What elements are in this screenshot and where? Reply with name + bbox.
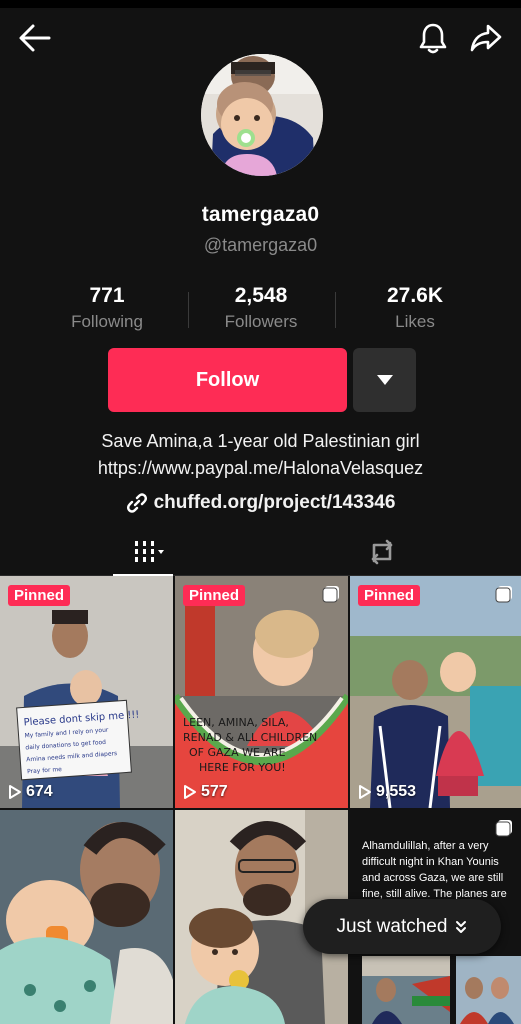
followers-count: 2,548 <box>234 284 288 307</box>
followers-label: Followers <box>224 312 298 331</box>
likes-count: 27.6K <box>386 284 444 307</box>
pinned-badge: Pinned <box>358 585 421 606</box>
stat-likes[interactable]: 27.6K Likes <box>338 284 492 336</box>
profile-stats: 771 Following 2,548 Followers 27.6K Like… <box>30 284 492 336</box>
sign-text: HERE FOR YOU! <box>199 761 286 774</box>
user-handle: @tamergaza0 <box>203 235 318 255</box>
following-count: 771 <box>89 284 125 307</box>
username: tamergaza0 <box>201 203 320 226</box>
bio: Save Amina,a 1-year old Palestinian girl… <box>0 428 521 482</box>
stat-followers[interactable]: 2,548 Followers <box>184 284 338 336</box>
multi-photo-icon <box>495 820 512 837</box>
bell-icon <box>419 23 447 54</box>
video-tile[interactable] <box>0 810 173 1024</box>
bio-line: Save Amina,a 1-year old Palestinian girl <box>101 431 420 451</box>
video-thumbnail: LEEN, AMINA, SILA, RENAD & ALL CHILDREN … <box>175 576 348 808</box>
just-watched-button[interactable]: Just watched <box>303 899 501 954</box>
content-tabs <box>0 528 521 576</box>
video-thumbnail <box>350 576 521 808</box>
just-watched-label: Just watched <box>336 915 448 937</box>
caret-down-icon <box>376 375 393 385</box>
likes-label: Likes <box>395 312 435 331</box>
view-count: 674 <box>8 783 53 801</box>
stat-following[interactable]: 771 Following <box>30 284 184 336</box>
notifications-button[interactable] <box>411 16 455 60</box>
sign-text: LEEN, AMINA, SILA, <box>183 716 289 729</box>
follow-button[interactable]: Follow <box>108 348 347 412</box>
stat-divider <box>335 292 336 328</box>
grid-columns-icon <box>135 540 164 562</box>
profile-page: tamergaza0 @tamergaza0 771 Following 2,5… <box>0 0 521 1024</box>
collage-photos <box>362 956 521 1024</box>
profile-link-text: chuffed.org/project/143346 <box>153 492 396 513</box>
multi-photo-icon <box>322 586 339 603</box>
chain-link-icon <box>126 493 147 513</box>
video-thumbnail: Please dont skip me !!! My family and I … <box>0 576 173 808</box>
back-button[interactable] <box>13 16 57 60</box>
arrow-left-icon <box>19 24 51 52</box>
video-thumbnail <box>0 810 173 1024</box>
pinned-badge: Pinned <box>183 585 246 606</box>
following-label: Following <box>71 312 143 331</box>
pinned-badge: Pinned <box>8 585 71 606</box>
bio-line: https://www.paypal.me/HalonaVelasquez <box>97 458 424 478</box>
avatar-photo <box>201 54 323 176</box>
tab-reposts[interactable] <box>358 528 406 575</box>
video-tile[interactable]: LEEN, AMINA, SILA, RENAD & ALL CHILDREN … <box>175 576 348 808</box>
status-bar <box>0 0 521 8</box>
share-button[interactable] <box>464 16 508 60</box>
suggested-accounts-button[interactable] <box>353 348 416 412</box>
tab-videos[interactable] <box>113 528 173 575</box>
chevron-double-down-icon <box>456 920 467 933</box>
play-outline-icon <box>184 785 196 799</box>
view-count-value: 577 <box>201 783 228 800</box>
repost-icon <box>371 539 393 564</box>
video-tile[interactable]: Pinned 9,553 <box>350 576 521 808</box>
sign-text: OF GAZA WE ARE <box>189 746 286 759</box>
view-count: 9,553 <box>358 783 416 801</box>
multi-photo-icon <box>495 586 512 603</box>
view-count-value: 674 <box>26 783 53 800</box>
share-arrow-icon <box>470 24 502 52</box>
avatar[interactable] <box>201 54 323 176</box>
play-outline-icon <box>359 785 371 799</box>
video-tile[interactable]: Please dont skip me !!! My family and I … <box>0 576 173 808</box>
view-count: 577 <box>183 783 228 801</box>
play-outline-icon <box>9 785 21 799</box>
profile-link[interactable]: chuffed.org/project/143346 <box>0 489 521 517</box>
sign-text: RENAD & ALL CHILDREN <box>183 731 317 744</box>
view-count-value: 9,553 <box>376 783 417 800</box>
